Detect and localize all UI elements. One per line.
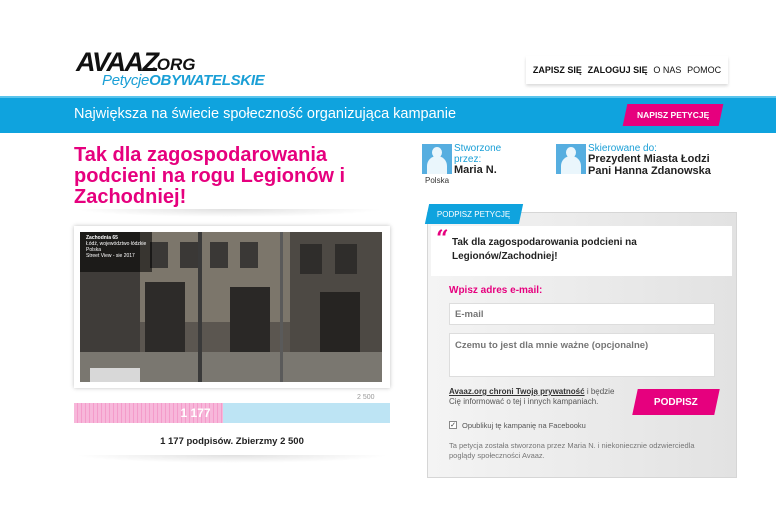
logo-subtitle-b: OBYWATELSKIE (149, 72, 265, 89)
privacy-note: Avaaz.org chroni Twoją prywatność i będz… (449, 387, 624, 407)
write-petition-button[interactable]: NAPISZ PETYCJĘ (622, 104, 724, 126)
streetview-date: Street View - sie 2017 (86, 253, 135, 259)
creator-name: Maria N. (454, 164, 497, 176)
facebook-checkbox[interactable]: ✓ (449, 421, 457, 429)
summary-divider (74, 455, 390, 463)
progress-count: 1 177 (180, 406, 211, 420)
comment-textarea[interactable] (449, 333, 715, 377)
target-name: Prezydent Miasta Łodzi Pani Hanna Zdanow… (588, 153, 711, 177)
creator-country: Polska (425, 176, 450, 185)
nav-signup[interactable]: ZAPISZ SIĘ (533, 65, 582, 75)
top-nav: ZAPISZ SIĘ ZALOGUJ SIĘ O NAS POMOC (526, 56, 728, 84)
avaaz-logo[interactable]: AVAAZ (76, 49, 159, 76)
email-input[interactable] (449, 303, 715, 325)
petition-photo: Zachodnia 65 Łódź, województwo łódzkie P… (80, 232, 382, 382)
created-by-label: Stworzone przez: (454, 143, 502, 165)
tagline: Największa na świecie społeczność organi… (74, 106, 457, 122)
petition-quote: Tak dla zagospodarowania podcieni na Leg… (452, 237, 637, 262)
disclaimer: Ta petycja została stworzona przez Maria… (449, 441, 695, 460)
facebook-label: Opublikuj tę kampanię na Facebooku (462, 421, 586, 430)
nav-about[interactable]: O NAS (653, 65, 681, 75)
title-divider (74, 209, 384, 217)
goal-label: 2 500 (357, 394, 375, 401)
nav-login[interactable]: ZALOGUJ SIĘ (588, 65, 648, 75)
streetview-info: Zachodnia 65 Łódź, województwo łódzkie P… (86, 235, 146, 259)
signature-summary: 1 177 podpisów. Zbierzmy 2 500 (160, 436, 304, 447)
sign-button[interactable]: PODPISZ (632, 389, 720, 415)
sign-tab-label: PODPISZ PETYCJĘ (437, 209, 511, 219)
quote-icon: “ (436, 226, 449, 252)
logo-subtitle-a: Petycje (102, 72, 150, 89)
email-label: Wpisz adres e-mail: (449, 285, 543, 296)
logo-subtitle: PetycjeOBYWATELSKIE (102, 72, 265, 89)
nav-help[interactable]: POMOC (687, 65, 721, 75)
privacy-link[interactable]: Avaaz.org chroni Twoją prywatność (449, 387, 585, 396)
write-petition-label: NAPISZ PETYCJĘ (636, 110, 710, 120)
sign-tab: PODPISZ PETYCJĘ (424, 204, 524, 224)
sign-button-label: PODPISZ (654, 396, 698, 408)
creator-avatar (422, 144, 452, 174)
target-avatar (556, 144, 586, 174)
petition-title: Tak dla zagospodarowania podcieni na rog… (74, 144, 346, 208)
